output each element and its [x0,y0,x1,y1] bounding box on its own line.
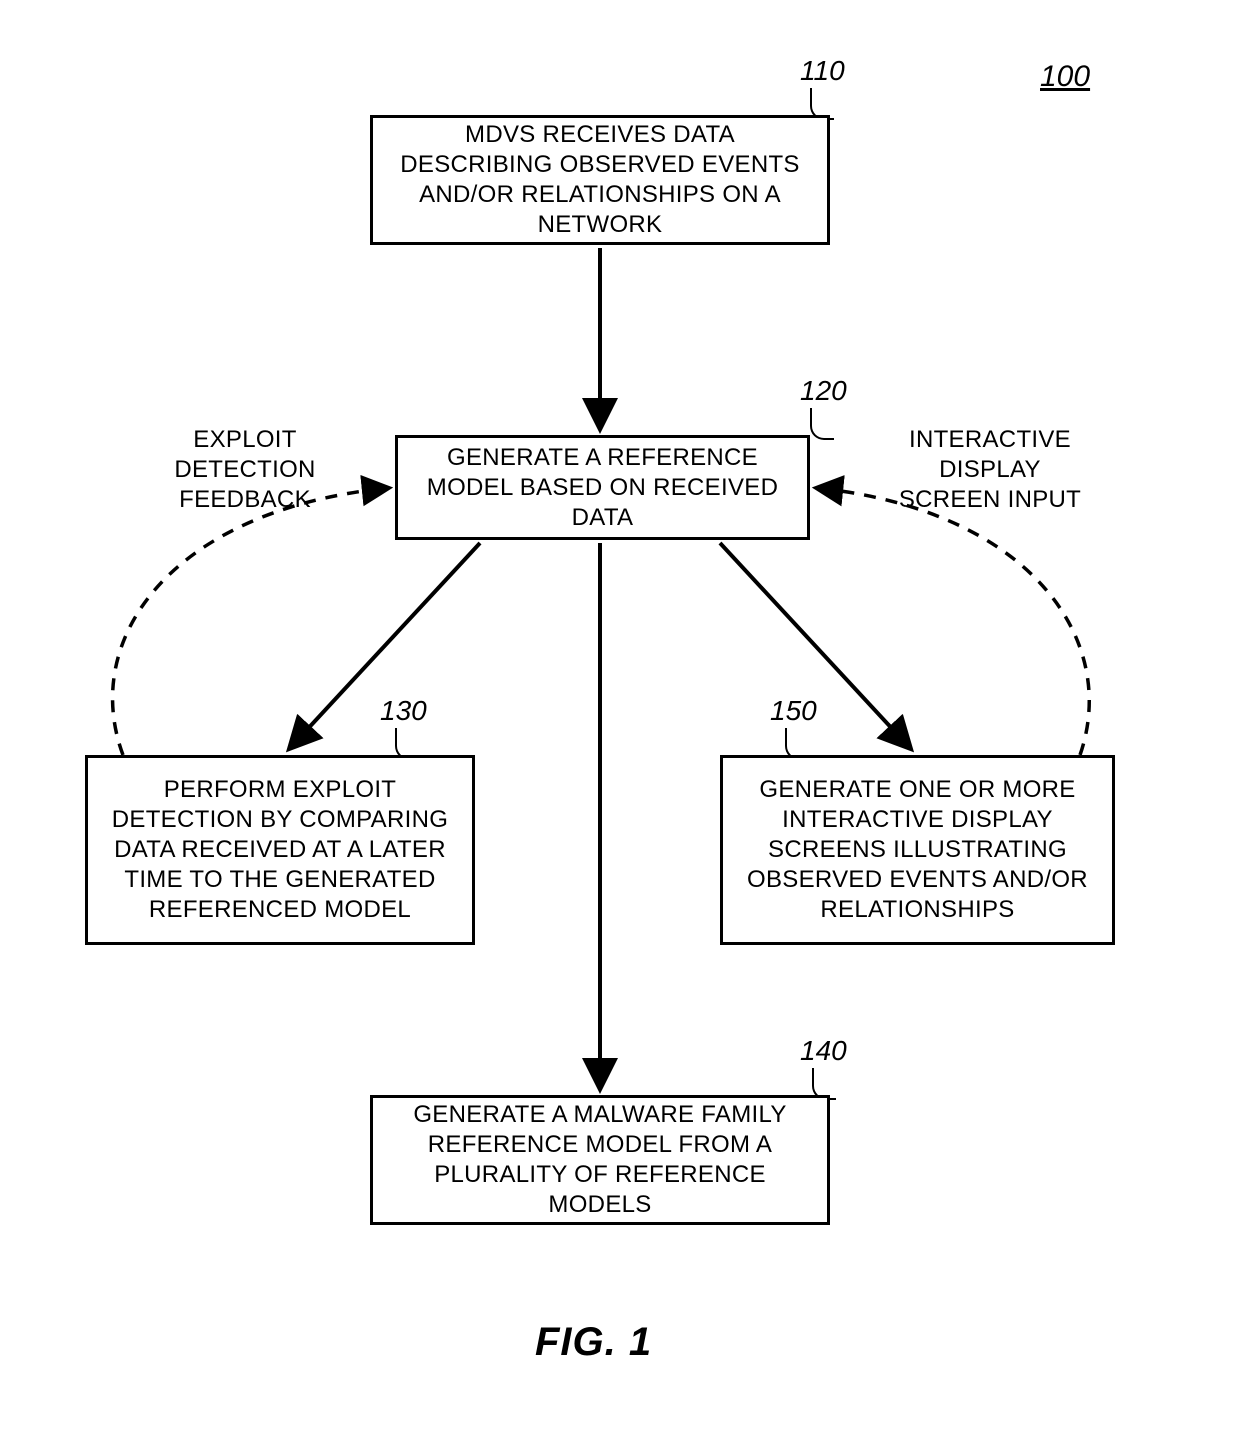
ref-130: 130 [380,695,427,727]
box-120: GENERATE A REFERENCE MODEL BASED ON RECE… [395,435,810,540]
ref-120: 120 [800,375,847,407]
box-120-text: GENERATE A REFERENCE MODEL BASED ON RECE… [412,443,793,533]
ref-110: 110 [800,55,845,87]
box-140-text: GENERATE A MALWARE FAMILY REFERENCE MODE… [387,1100,813,1220]
figure-title: FIG. 1 [535,1320,652,1365]
label-exploit-feedback: EXPLOIT DETECTION FEEDBACK [155,425,335,515]
ref-150: 150 [770,695,817,727]
ref-140: 140 [800,1035,847,1067]
diagram-canvas: 100 110 MDVS RECEIVES DATA DESCRIBING OB… [0,0,1240,1438]
box-130: PERFORM EXPLOIT DETECTION BY COMPARING D… [85,755,475,945]
box-110: MDVS RECEIVES DATA DESCRIBING OBSERVED E… [370,115,830,245]
page-reference: 100 [1040,60,1090,94]
box-150: GENERATE ONE OR MORE INTERACTIVE DISPLAY… [720,755,1115,945]
box-150-text: GENERATE ONE OR MORE INTERACTIVE DISPLAY… [737,775,1098,925]
tick-120 [810,408,834,440]
box-140: GENERATE A MALWARE FAMILY REFERENCE MODE… [370,1095,830,1225]
box-110-text: MDVS RECEIVES DATA DESCRIBING OBSERVED E… [387,120,813,240]
box-130-text: PERFORM EXPLOIT DETECTION BY COMPARING D… [102,775,458,925]
label-display-input: INTERACTIVE DISPLAY SCREEN INPUT [895,425,1085,515]
